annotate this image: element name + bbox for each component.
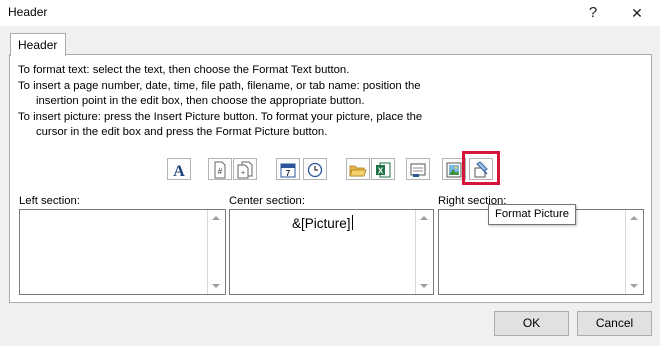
right-section-scrollbar[interactable] (625, 210, 643, 294)
center-section-content: &[Picture] (292, 215, 353, 231)
insert-picture-button[interactable] (442, 158, 466, 180)
left-section-label: Left section: (19, 195, 80, 207)
center-section-label: Center section: (229, 195, 305, 207)
tab-header[interactable]: Header (10, 33, 66, 56)
svg-text:#: # (218, 167, 223, 176)
instruction-line: To insert picture: press the Insert Pict… (18, 111, 423, 123)
format-text-icon: A (173, 163, 185, 179)
insert-file-path-button[interactable] (346, 158, 370, 180)
help-button[interactable]: ? (578, 2, 608, 24)
scroll-down-icon[interactable] (420, 284, 428, 288)
left-section-editor[interactable] (19, 209, 226, 295)
ok-button[interactable]: OK (494, 311, 569, 336)
insert-number-of-pages-button[interactable]: + (233, 158, 257, 180)
instruction-line: cursor in the edit box and press the For… (36, 126, 328, 138)
insert-sheet-name-button[interactable] (406, 158, 430, 180)
sheet-tab-icon (410, 163, 426, 177)
picture-icon (446, 162, 462, 178)
format-picture-tooltip: Format Picture (488, 204, 577, 225)
number-of-pages-icon: + (237, 161, 253, 179)
svg-text:+: + (241, 170, 245, 177)
insert-page-number-button[interactable]: # (208, 158, 232, 180)
insert-time-button[interactable] (303, 158, 327, 180)
clock-icon (307, 162, 323, 178)
scroll-up-icon[interactable] (630, 216, 638, 220)
cancel-button[interactable]: Cancel (577, 311, 652, 336)
svg-text:7: 7 (286, 169, 291, 178)
center-section-editor[interactable]: &[Picture] (229, 209, 434, 295)
scroll-up-icon[interactable] (212, 216, 220, 220)
tab-header-label: Header (18, 38, 58, 52)
scroll-down-icon[interactable] (212, 284, 220, 288)
format-picture-button[interactable] (469, 158, 493, 180)
close-button[interactable]: ✕ (622, 2, 652, 24)
calendar-icon: 7 (280, 163, 296, 178)
left-section-scrollbar[interactable] (207, 210, 225, 294)
svg-text:X: X (378, 167, 384, 176)
instruction-line: insertion point in the edit box, then ch… (36, 95, 365, 107)
folder-icon (349, 165, 367, 177)
insert-file-name-button[interactable]: X (371, 158, 395, 180)
window-title: Header (8, 5, 48, 19)
scroll-down-icon[interactable] (630, 284, 638, 288)
scroll-up-icon[interactable] (420, 216, 428, 220)
instruction-line: To format text: select the text, then ch… (18, 64, 350, 76)
svg-text:A: A (173, 163, 185, 179)
excel-icon: X (376, 162, 391, 178)
format-text-button[interactable]: A (167, 158, 191, 180)
format-picture-icon (474, 161, 488, 178)
insert-date-button[interactable]: 7 (276, 158, 300, 180)
title-bar: Header ? ✕ (0, 0, 660, 26)
text-cursor (351, 215, 353, 230)
instruction-line: To insert a page number, date, time, fil… (18, 80, 421, 92)
page-number-icon: # (214, 161, 226, 179)
center-section-scrollbar[interactable] (415, 210, 433, 294)
